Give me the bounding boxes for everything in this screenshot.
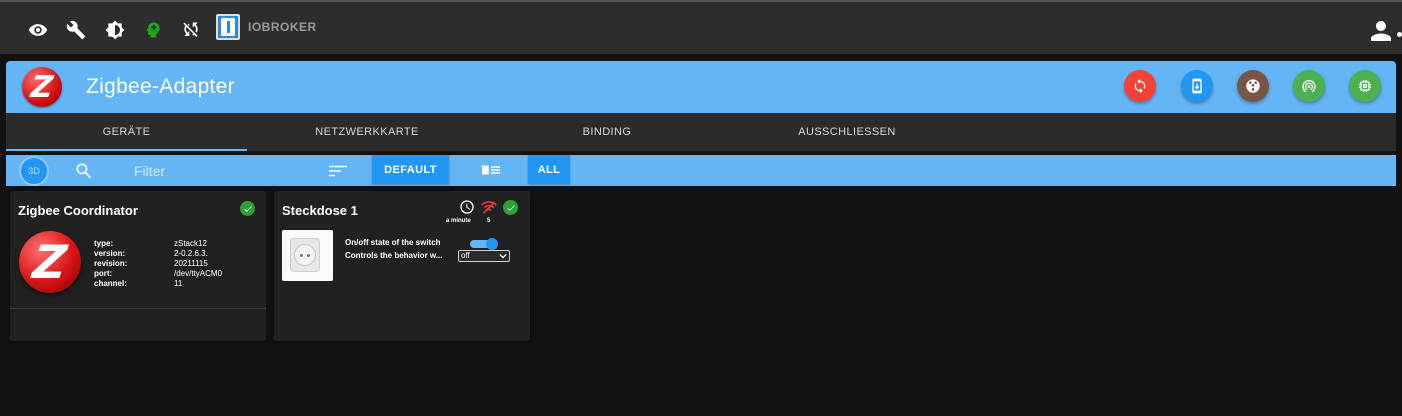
tab-ausschliessen[interactable]: AUSSCHLIESSEN [727, 113, 967, 151]
refresh-button[interactable] [1124, 70, 1156, 102]
phone-download-icon [1192, 78, 1202, 94]
coordinator-title: Zigbee Coordinator [18, 203, 138, 218]
info-row: version: 2-0.2.6.3. [94, 249, 208, 258]
check-circle-icon [503, 200, 518, 215]
tab-label: AUSSCHLIESSEN [798, 126, 896, 138]
tab-geraete[interactable]: GERÄTE [6, 113, 247, 151]
card-divider [10, 308, 266, 309]
check-circle-icon [240, 201, 255, 216]
behavior-value: off [461, 251, 470, 260]
sort-icon[interactable] [329, 164, 347, 178]
info-key: channel: [94, 279, 127, 288]
grain-icon [1246, 79, 1260, 93]
info-row: revision: 20211115 [94, 259, 208, 268]
eye-icon[interactable] [27, 19, 49, 41]
tab-bar: GERÄTE NETZWERKKARTE BINDING AUSSCHLIESS… [6, 113, 1396, 151]
info-value: /dev/ttyACM0 [174, 269, 223, 278]
view-list-icon[interactable] [482, 164, 500, 176]
brand-name: IOBROKER [248, 20, 317, 34]
default-label: DEFAULT [384, 163, 437, 176]
behavior-select[interactable]: off [458, 250, 510, 262]
page-title: Zigbee-Adapter [86, 75, 235, 98]
coordinator-card[interactable]: Zigbee Coordinator Z type: zStack12 versi… [10, 191, 266, 341]
pairing-button[interactable] [1293, 70, 1325, 102]
tab-label: NETZWERKKARTE [315, 126, 419, 138]
memory-icon [1359, 80, 1371, 92]
state-switch[interactable] [470, 238, 498, 250]
sync-icon [1134, 78, 1146, 94]
info-row: port: /dev/ttyACM0 [94, 269, 222, 278]
zigbee-device-image: Z [19, 231, 81, 293]
user-menu-indicator[interactable] [1397, 32, 1402, 37]
3d-label: 3D [28, 166, 40, 176]
info-value: zStack12 [174, 239, 207, 248]
3d-toggle-button[interactable]: 3D [19, 156, 49, 186]
link-quality-value: 5 [487, 218, 491, 224]
info-row: type: zStack12 [94, 239, 207, 248]
smart-plug-image [282, 230, 333, 281]
last-seen-label: a minute [446, 218, 471, 224]
info-row: channel: 11 [94, 279, 182, 288]
info-value: 11 [174, 279, 183, 288]
top-bar: IOBROKER [0, 0, 1402, 54]
device-title: Steckdose 1 [282, 203, 358, 218]
filter-input[interactable] [134, 161, 304, 181]
filter-toolbar: 3D DEFAULT ALL [6, 155, 1396, 186]
memory-button[interactable] [1349, 70, 1381, 102]
zigbee-logo: Z [22, 67, 62, 107]
install-button[interactable] [1181, 70, 1213, 102]
tab-netzwerkkarte[interactable]: NETZWERKKARTE [247, 113, 487, 151]
wrench-icon[interactable] [65, 19, 87, 41]
state-label: On/off state of the switch [345, 238, 441, 247]
all-button[interactable]: ALL [528, 155, 570, 184]
iobroker-logo[interactable] [216, 14, 240, 40]
clock-icon [460, 200, 474, 214]
info-key: port: [94, 269, 113, 278]
adapter-header: Z Zigbee-Adapter [6, 61, 1396, 113]
wifi-signal-icon [481, 201, 497, 214]
tab-label: GERÄTE [102, 126, 151, 138]
device-card[interactable]: Steckdose 1 a minute 5 On/off state of t… [274, 191, 530, 341]
search-icon [76, 163, 92, 179]
extension-button[interactable] [1237, 70, 1269, 102]
sync-disabled-icon[interactable] [180, 19, 202, 41]
brightness-icon[interactable] [104, 19, 126, 41]
tab-binding[interactable]: BINDING [487, 113, 727, 151]
behavior-label: Controls the behavior w... [345, 251, 443, 260]
active-tab-indicator [6, 149, 247, 151]
tab-label: BINDING [582, 126, 632, 138]
default-button[interactable]: DEFAULT [372, 155, 449, 184]
app-root: IOBROKER Z Zigbee-Adapter GERÄTE NETZWER… [0, 0, 1402, 416]
info-value: 2-0.2.6.3. [174, 249, 208, 258]
info-key: revision: [94, 259, 128, 268]
all-label: ALL [537, 163, 561, 176]
wifi-tethering-icon [1302, 80, 1316, 93]
info-value: 20211115 [174, 259, 208, 268]
chevron-down-icon [499, 253, 507, 259]
info-key: type: [94, 239, 114, 248]
expert-mode-icon[interactable] [142, 19, 164, 41]
user-icon[interactable] [1366, 16, 1396, 46]
info-key: version: [94, 249, 126, 258]
